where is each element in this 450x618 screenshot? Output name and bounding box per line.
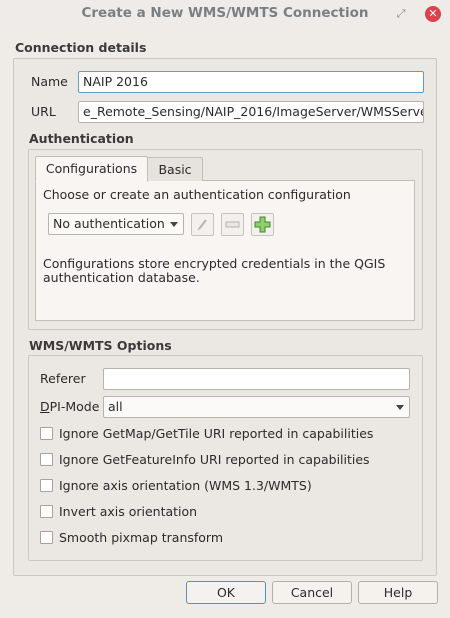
options-title: WMS/WMTS Options bbox=[29, 338, 172, 353]
restore-icon[interactable]: ⤢ bbox=[394, 7, 408, 21]
edit-config-button[interactable] bbox=[191, 213, 214, 236]
title-bar: Create a New WMS/WMTS Connection ⤢ ✕ bbox=[0, 0, 450, 29]
name-input[interactable]: NAIP 2016 bbox=[78, 71, 424, 93]
remove-config-button[interactable] bbox=[221, 213, 244, 236]
ok-button[interactable]: OK bbox=[186, 581, 266, 604]
url-input[interactable]: e_Remote_Sensing/NAIP_2016/ImageServer/W… bbox=[78, 101, 424, 123]
invert-axis-orientation-checkbox[interactable] bbox=[40, 505, 53, 518]
referer-input[interactable] bbox=[103, 368, 410, 390]
tab-configurations[interactable]: Configurations bbox=[35, 156, 148, 182]
connection-details-title: Connection details bbox=[15, 40, 147, 55]
smooth-pixmap-checkbox[interactable] bbox=[40, 531, 53, 544]
authentication-title: Authentication bbox=[29, 131, 134, 146]
cancel-button[interactable]: Cancel bbox=[272, 581, 352, 604]
invert-axis-orientation-label[interactable]: Invert axis orientation bbox=[59, 504, 197, 519]
auth-info-line-1: Configurations store encrypted credentia… bbox=[43, 256, 386, 271]
name-label: Name bbox=[31, 74, 68, 89]
ignore-getmap-uri-checkbox[interactable] bbox=[40, 427, 53, 440]
dpi-mode-label-rest: PI-Mode bbox=[49, 399, 100, 414]
add-config-button[interactable] bbox=[251, 213, 274, 236]
auth-prompt: Choose or create an authentication confi… bbox=[43, 187, 351, 202]
smooth-pixmap-label[interactable]: Smooth pixmap transform bbox=[59, 530, 223, 545]
dpi-mode-label: DPI-Mode bbox=[40, 399, 99, 414]
tab-basic[interactable]: Basic bbox=[147, 157, 203, 181]
ignore-getfeatureinfo-uri-checkbox[interactable] bbox=[40, 453, 53, 466]
auth-config-select[interactable]: No authentication bbox=[48, 213, 184, 235]
add-plus-icon bbox=[254, 216, 271, 233]
ignore-axis-orientation-label[interactable]: Ignore axis orientation (WMS 1.3/WMTS) bbox=[59, 478, 312, 493]
referer-label: Referer bbox=[40, 371, 86, 386]
ignore-axis-orientation-checkbox[interactable] bbox=[40, 479, 53, 492]
help-button[interactable]: Help bbox=[358, 581, 438, 604]
window-title: Create a New WMS/WMTS Connection bbox=[81, 5, 369, 21]
edit-pencil-icon bbox=[197, 219, 207, 231]
close-icon[interactable]: ✕ bbox=[425, 6, 441, 22]
url-label: URL bbox=[31, 104, 56, 119]
chevron-down-icon bbox=[396, 405, 404, 410]
auth-config-value: No authentication bbox=[53, 216, 165, 231]
auth-info-line-2: authentication database. bbox=[43, 270, 200, 285]
dpi-mode-accelerator: D bbox=[40, 399, 50, 414]
ignore-getfeatureinfo-uri-label[interactable]: Ignore GetFeatureInfo URI reported in ca… bbox=[59, 452, 370, 467]
dpi-mode-select[interactable]: all bbox=[103, 396, 410, 418]
remove-icon bbox=[225, 221, 240, 228]
ignore-getmap-uri-label[interactable]: Ignore GetMap/GetTile URI reported in ca… bbox=[59, 426, 373, 441]
chevron-down-icon bbox=[170, 222, 178, 227]
dpi-mode-value: all bbox=[108, 399, 123, 414]
